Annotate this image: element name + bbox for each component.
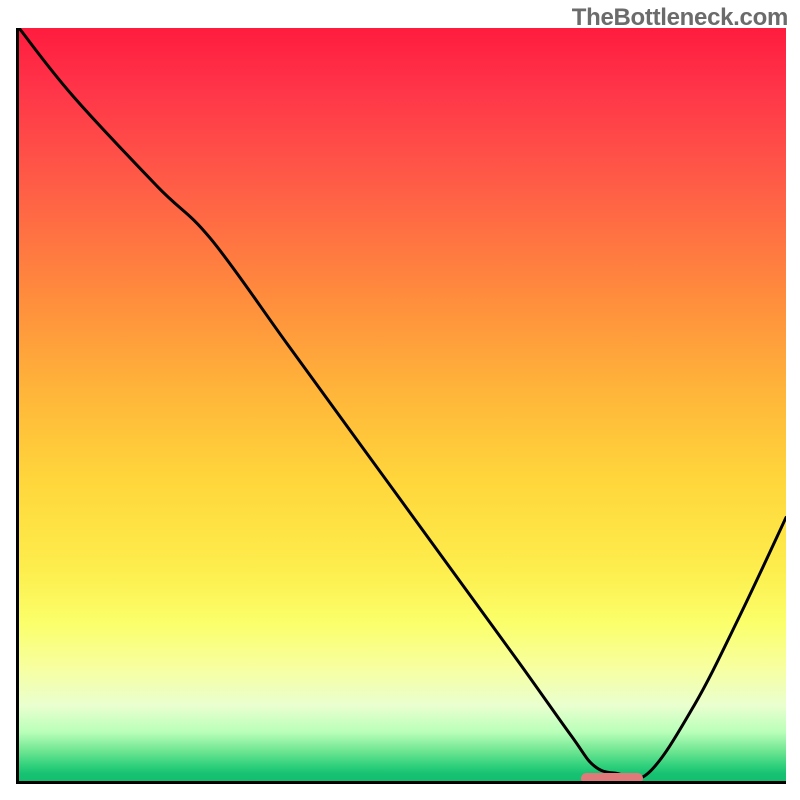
watermark-text: TheBottleneck.com bbox=[572, 4, 788, 32]
bottleneck-curve bbox=[19, 28, 786, 781]
plot-area bbox=[16, 28, 786, 784]
curve-path bbox=[19, 28, 786, 779]
chart-container: TheBottleneck.com bbox=[0, 0, 800, 800]
optimal-marker bbox=[581, 773, 643, 784]
